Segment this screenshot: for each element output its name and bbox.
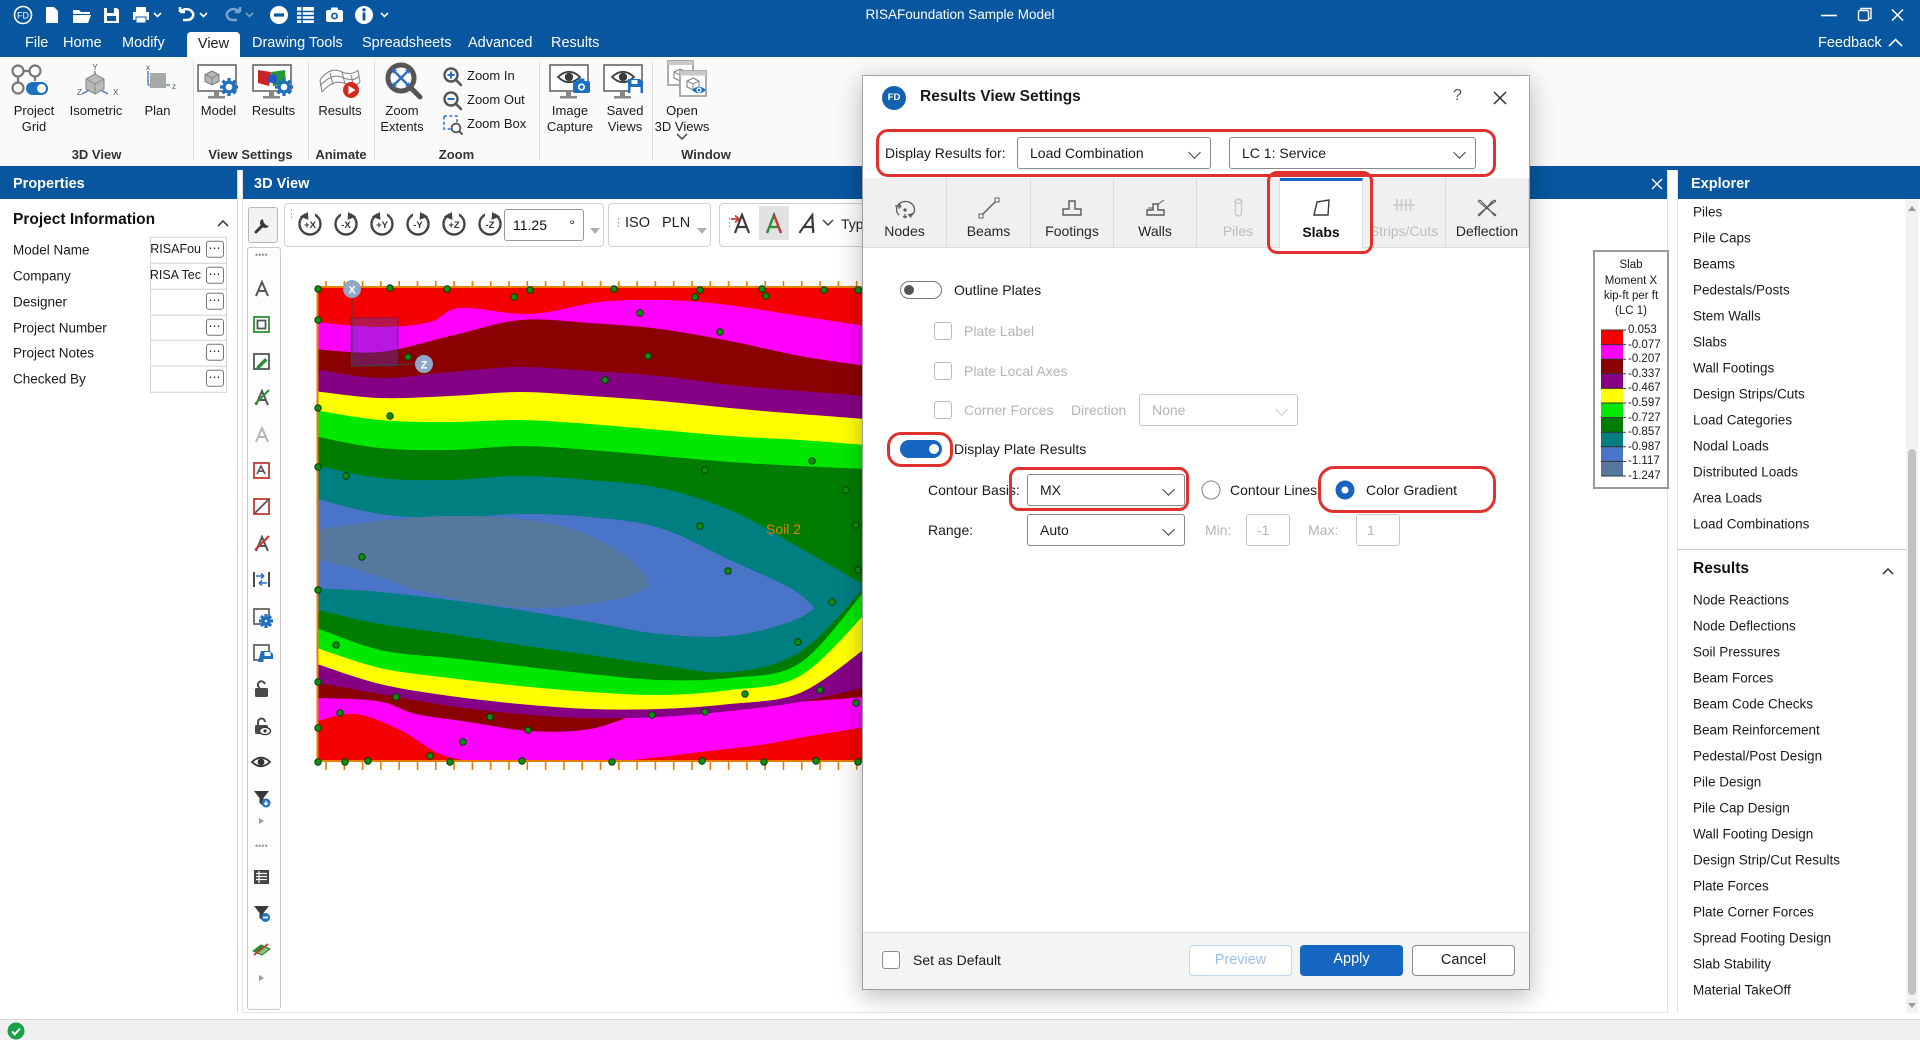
svg-text:Z: Z <box>421 360 428 372</box>
svg-text:Soil 2: Soil 2 <box>766 521 801 537</box>
svg-text:X: X <box>348 285 356 297</box>
svg-text:••••: •••• <box>255 841 268 851</box>
